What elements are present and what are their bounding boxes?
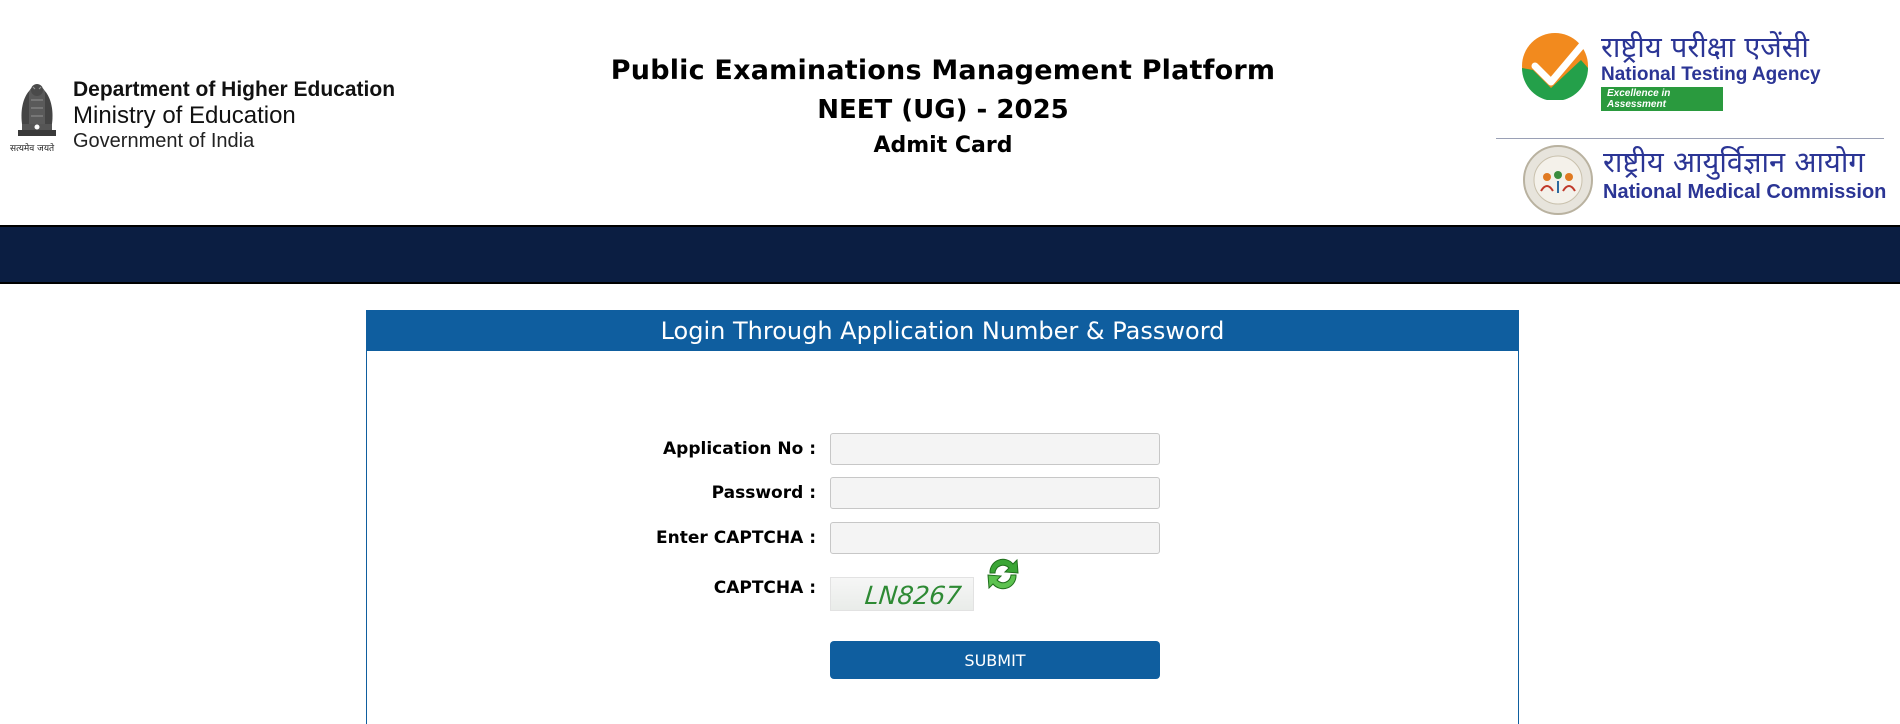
nta-tagline: Excellence in Assessment (1601, 87, 1723, 112)
department-branding: सत्यमेव जयते Department of Higher Educat… (10, 78, 395, 154)
captcha-input-row: Enter CAPTCHA : (367, 522, 1518, 554)
submit-button[interactable]: SUBMIT (830, 641, 1160, 679)
national-emblem-icon: सत्यमेव जयते (10, 78, 64, 154)
nta-hindi-name: राष्ट्रीय परीक्षा एजेंसी (1601, 30, 1809, 64)
nmc-hindi-name: राष्ट्रीय आयुर्विज्ञान आयोग (1603, 145, 1865, 179)
password-input[interactable] (830, 477, 1160, 509)
department-name: Department of Higher Education (73, 78, 396, 101)
login-panel-heading: Login Through Application Number & Passw… (367, 311, 1518, 351)
captcha-input-label: Enter CAPTCHA : (656, 528, 816, 548)
captcha-label: CAPTCHA : (713, 578, 816, 598)
navigation-bar (0, 225, 1900, 284)
password-label: Password : (711, 483, 816, 503)
captcha-code: LN8267 (863, 581, 963, 610)
site-header: सत्यमेव जयते Department of Higher Educat… (0, 0, 1900, 225)
emblem-motto: सत्यमेव जयते (10, 144, 55, 154)
login-panel: Login Through Application Number & Passw… (366, 310, 1519, 724)
government-name: Government of India (73, 129, 255, 152)
nmc-logo: राष्ट्रीय आयुर्विज्ञान आयोग National Med… (1496, 145, 1891, 215)
nta-logo: राष्ट्रीय परीक्षा एजेंसी National Testin… (1496, 30, 1891, 112)
captcha-row: CAPTCHA : LN8267 (367, 558, 1518, 611)
platform-title: Public Examinations Management Platform (610, 55, 1276, 86)
application-no-label: Application No : (663, 439, 816, 459)
department-text: Department of Higher Education Ministry … (73, 78, 395, 153)
page-titles: Public Examinations Management Platform … (560, 55, 1326, 158)
refresh-icon[interactable] (982, 553, 1024, 595)
ministry-name: Ministry of Education (73, 102, 296, 130)
application-no-row: Application No : (367, 433, 1518, 465)
exam-title: NEET (UG) - 2025 (817, 95, 1069, 125)
application-no-input[interactable] (830, 433, 1160, 465)
nta-english-name: National Testing Agency (1601, 64, 1821, 86)
captcha-input[interactable] (830, 522, 1160, 554)
page-title: Admit Card (873, 133, 1013, 158)
nmc-english-name: National Medical Commission (1603, 181, 1887, 204)
password-row: Password : (367, 477, 1518, 509)
agency-divider (1496, 138, 1884, 139)
captcha-image: LN8267 (830, 577, 974, 611)
nta-check-icon (1522, 33, 1588, 100)
nmc-seal-icon (1523, 145, 1593, 215)
agency-logos: राष्ट्रीय परीक्षा एजेंसी National Testin… (1496, 30, 1891, 215)
